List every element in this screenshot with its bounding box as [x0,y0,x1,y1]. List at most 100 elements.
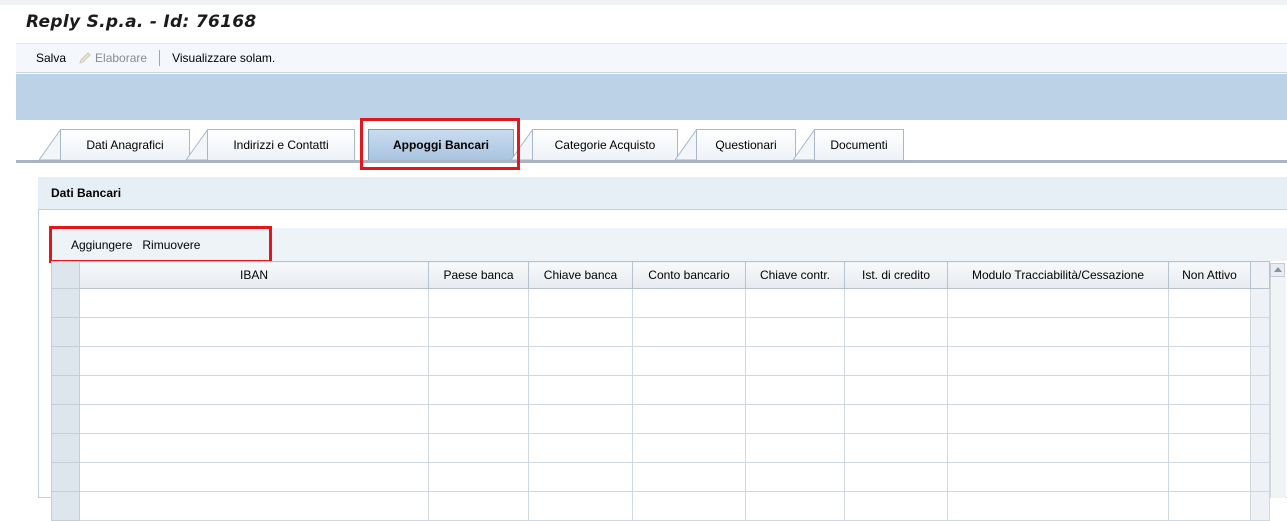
edit-button[interactable]: Elaborare [95,51,147,65]
row-selector[interactable] [51,346,80,376]
add-button[interactable]: Aggiungere [71,238,132,252]
table-cell[interactable] [428,346,529,376]
tab-dati-anagrafici[interactable]: Dati Anagrafici [60,129,190,160]
table-cell[interactable] [428,491,529,521]
table-cell[interactable] [947,346,1169,376]
column-header-paese-banca[interactable]: Paese banca [428,261,529,289]
table-cell[interactable] [947,433,1169,463]
table-row[interactable] [51,433,1270,463]
table-cell[interactable] [1168,491,1251,521]
table-cell[interactable] [528,404,633,434]
column-header-chiave-contr[interactable]: Chiave contr. [745,261,845,289]
column-header-conto-bancario[interactable]: Conto bancario [632,261,746,289]
table-cell[interactable] [79,462,429,492]
table-cell[interactable] [79,491,429,521]
table-cell[interactable] [79,404,429,434]
row-selector[interactable] [51,433,80,463]
table-cell[interactable] [632,317,746,347]
table-cell[interactable] [79,288,429,318]
table-cell[interactable] [947,462,1169,492]
table-cell[interactable] [528,491,633,521]
table-cell[interactable] [528,433,633,463]
tab-documenti[interactable]: Documenti [814,129,904,160]
table-cell[interactable] [844,288,948,318]
table-cell[interactable] [428,288,529,318]
table-row[interactable] [51,346,1270,376]
select-all-cell[interactable] [51,261,80,289]
row-selector[interactable] [51,491,80,521]
tab-indirizzi-contatti[interactable]: Indirizzi e Contatti [207,129,355,160]
table-cell[interactable] [528,375,633,405]
table-cell[interactable] [428,462,529,492]
table-cell[interactable] [632,346,746,376]
table-cell[interactable] [428,317,529,347]
table-cell[interactable] [428,433,529,463]
table-cell[interactable] [1168,433,1251,463]
table-cell[interactable] [528,317,633,347]
table-cell[interactable] [745,462,845,492]
table-cell[interactable] [745,375,845,405]
table-row[interactable] [51,288,1270,318]
column-header-non-attivo[interactable]: Non Attivo [1168,261,1251,289]
table-cell[interactable] [844,404,948,434]
table-cell[interactable] [79,346,429,376]
table-row[interactable] [51,375,1270,405]
table-cell[interactable] [844,462,948,492]
tab-questionari[interactable]: Questionari [696,129,796,160]
table-row[interactable] [51,462,1270,492]
column-header-ist-credito[interactable]: Ist. di credito [844,261,948,289]
table-cell[interactable] [1168,288,1251,318]
scroll-up-icon[interactable] [1270,263,1285,277]
table-cell[interactable] [79,375,429,405]
column-header-iban[interactable]: IBAN [79,261,429,289]
table-row[interactable] [51,491,1270,521]
table-cell[interactable] [632,491,746,521]
column-header-modulo-tracciabilita[interactable]: Modulo Tracciabilità/Cessazione [947,261,1169,289]
table-cell[interactable] [947,491,1169,521]
view-only-button[interactable]: Visualizzare solam. [172,51,275,65]
table-cell[interactable] [947,317,1169,347]
table-cell[interactable] [632,433,746,463]
table-cell[interactable] [1168,317,1251,347]
row-selector[interactable] [51,462,80,492]
save-button[interactable]: Salva [36,51,66,65]
table-cell[interactable] [844,491,948,521]
table-cell[interactable] [528,288,633,318]
tab-categorie-acquisto[interactable]: Categorie Acquisto [532,129,678,160]
table-cell[interactable] [632,462,746,492]
table-cell[interactable] [844,346,948,376]
vertical-scrollbar[interactable] [1270,277,1286,498]
table-cell[interactable] [844,433,948,463]
table-cell[interactable] [947,404,1169,434]
table-cell[interactable] [947,375,1169,405]
remove-button[interactable]: Rimuovere [142,238,200,252]
table-cell[interactable] [947,288,1169,318]
table-row[interactable] [51,404,1270,434]
table-cell[interactable] [745,433,845,463]
row-selector[interactable] [51,317,80,347]
table-cell[interactable] [1168,462,1251,492]
table-cell[interactable] [632,375,746,405]
table-cell[interactable] [844,317,948,347]
table-cell[interactable] [745,346,845,376]
table-cell[interactable] [1168,404,1251,434]
table-cell[interactable] [745,491,845,521]
column-header-chiave-banca[interactable]: Chiave banca [528,261,633,289]
table-cell[interactable] [632,288,746,318]
table-cell[interactable] [428,375,529,405]
tab-appoggi-bancari[interactable]: Appoggi Bancari [368,129,514,160]
table-cell[interactable] [745,317,845,347]
table-cell[interactable] [632,404,746,434]
row-selector[interactable] [51,288,80,318]
row-selector[interactable] [51,404,80,434]
table-cell[interactable] [428,404,529,434]
table-cell[interactable] [1168,346,1251,376]
row-selector[interactable] [51,375,80,405]
table-cell[interactable] [745,404,845,434]
table-cell[interactable] [79,433,429,463]
table-cell[interactable] [1168,375,1251,405]
table-cell[interactable] [79,317,429,347]
table-cell[interactable] [528,346,633,376]
table-row[interactable] [51,317,1270,347]
table-cell[interactable] [745,288,845,318]
